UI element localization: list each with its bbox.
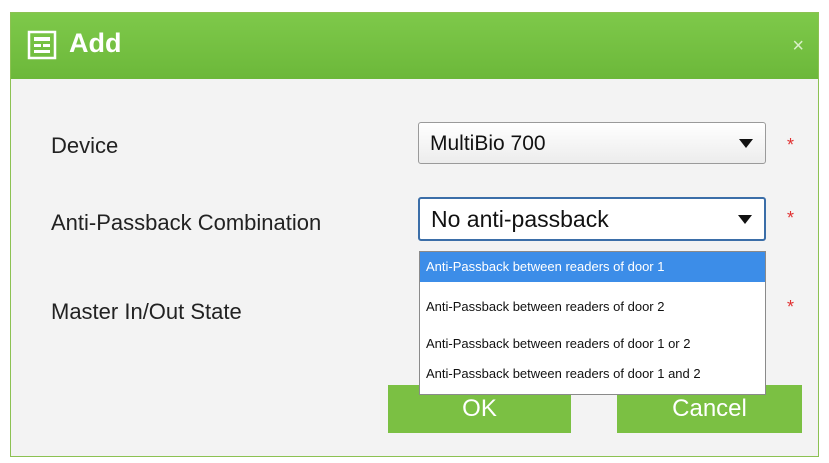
add-dialog: Add × Device MultiBio 700 * Anti-Passbac… xyxy=(10,12,819,457)
add-form-icon xyxy=(27,30,57,60)
dropdown-option[interactable]: Anti-Passback between readers of door 1 xyxy=(420,252,765,282)
dropdown-option[interactable]: Anti-Passback between readers of door 1 … xyxy=(420,329,765,359)
dropdown-option[interactable]: Anti-Passback between readers of door 2 xyxy=(420,292,765,322)
title-bar: Add × xyxy=(11,13,818,79)
combination-dropdown-list: Anti-Passback between readers of door 1 … xyxy=(419,251,766,395)
required-mark-combination: * xyxy=(787,208,795,228)
required-mark-master: * xyxy=(787,297,795,317)
chevron-down-icon xyxy=(738,215,752,224)
close-icon[interactable]: × xyxy=(792,35,804,58)
combination-select[interactable]: No anti-passback xyxy=(418,197,766,241)
dropdown-option[interactable]: Anti-Passback between readers of door 1 … xyxy=(420,359,765,389)
combination-label: Anti-Passback Combination xyxy=(51,210,322,235)
combination-select-value: No anti-passback xyxy=(431,206,609,232)
required-mark-device: * xyxy=(787,135,795,155)
chevron-down-icon xyxy=(739,139,753,148)
device-select[interactable]: MultiBio 700 xyxy=(418,122,766,164)
device-label: Device xyxy=(51,133,119,158)
device-select-value: MultiBio 700 xyxy=(430,132,546,155)
master-state-label: Master In/Out State xyxy=(51,299,242,324)
dialog-title: Add xyxy=(69,28,122,58)
